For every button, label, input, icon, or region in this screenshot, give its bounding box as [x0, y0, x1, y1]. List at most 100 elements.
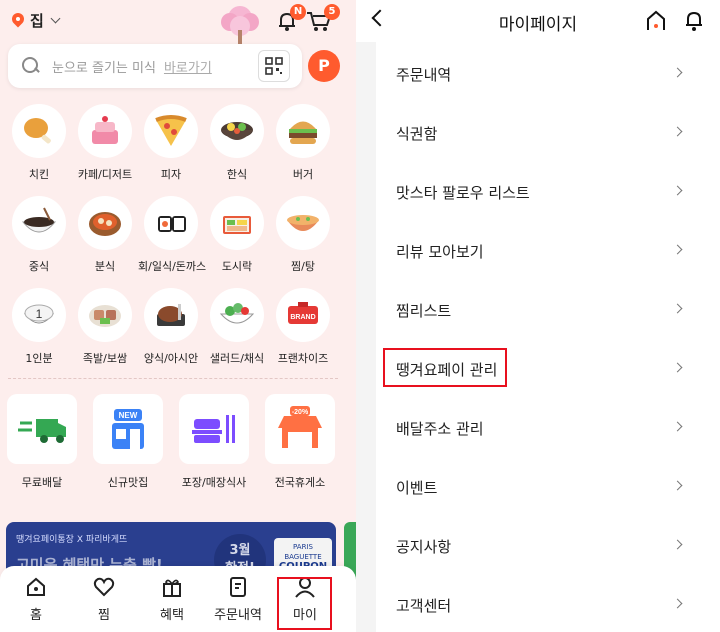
point-button[interactable]: P [308, 50, 340, 82]
tab-benefits[interactable]: 혜택 [142, 576, 202, 623]
cart-button[interactable]: 5 [306, 4, 340, 32]
category-item[interactable]: 도시락 [204, 196, 270, 274]
tab-orders[interactable]: 주문내역 [208, 576, 268, 623]
category-item[interactable]: 샐러드/채식 [204, 288, 270, 366]
tteokbokki-icon [78, 196, 132, 250]
menu-item-orders[interactable]: 주문내역 [376, 44, 720, 103]
location-pin-icon [12, 13, 24, 29]
bibimbap-icon [210, 104, 264, 158]
menu-item-address[interactable]: 배달주소 관리 [376, 398, 720, 457]
notification-badge: N [290, 4, 306, 20]
category-item[interactable]: 족발/보쌈 [72, 288, 138, 366]
tab-label: 홈 [30, 608, 42, 623]
rest-area-icon: -20% [265, 394, 335, 464]
menu-item-follow-list[interactable]: 맛스타 팔로우 리스트 [376, 162, 720, 221]
chevron-right-icon [672, 362, 683, 373]
sushi-icon [144, 196, 198, 250]
category-item[interactable]: 치킨 [6, 104, 72, 182]
cherry-tree-icon [221, 6, 259, 44]
banner-month: 3월 [229, 543, 251, 558]
menu-item-notices[interactable]: 공지사항 [376, 516, 720, 575]
my-page-menu: 주문내역 식권함 맛스타 팔로우 리스트 리뷰 모아보기 찜리스트 땡겨요페이 … [376, 42, 720, 632]
lunchbox-icon [210, 196, 264, 250]
my-tab-highlight [277, 577, 332, 630]
category-item[interactable]: 버거 [270, 104, 336, 182]
tab-label: 찜 [98, 608, 110, 623]
search-icon [22, 57, 40, 75]
chevron-right-icon [672, 303, 683, 314]
category-label: 프랜차이즈 [277, 352, 329, 365]
notification-button[interactable]: N [276, 4, 306, 32]
category-label: 회/일식/돈까스 [138, 260, 207, 273]
category-label: 족발/보쌈 [82, 352, 128, 365]
category-label: 치킨 [28, 168, 50, 181]
feature-label: 무료배달 [21, 476, 63, 489]
chevron-down-icon [50, 13, 61, 24]
new-store-icon: NEW [93, 394, 163, 464]
menu-label: 공지사항 [396, 538, 452, 556]
category-label: 카페/디저트 [77, 168, 133, 181]
feature-label: 신규맛집 [107, 476, 149, 489]
menu-item-meal-vouchers[interactable]: 식권함 [376, 103, 720, 162]
menu-label: 고객센터 [396, 597, 452, 615]
home-screen: 집 N 5 눈으로 즐기는 미식 바로가기 P 치킨 카페/디저트 피자 한식 … [0, 0, 356, 632]
category-item[interactable]: 1 1인분 [6, 288, 72, 366]
category-item[interactable]: 분식 [72, 196, 138, 274]
feature-label: 포장/매장식사 [181, 476, 247, 489]
menu-item-events[interactable]: 이벤트 [376, 457, 720, 516]
category-item[interactable]: 양식/아시안 [138, 288, 204, 366]
my-page-header: 마이페이지 [356, 0, 720, 42]
location-label: 집 [30, 12, 44, 30]
receipt-icon [230, 577, 246, 597]
qr-scan-button[interactable] [258, 50, 290, 82]
feature-label: 전국휴게소 [274, 476, 326, 489]
menu-label: 주문내역 [396, 66, 452, 84]
coupon-brand: PARIS BAGUETTE [284, 543, 322, 561]
heart-icon [93, 577, 115, 597]
menu-label: 배달주소 관리 [396, 420, 484, 438]
menu-label: 식권함 [396, 125, 438, 143]
category-item[interactable]: 중식 [6, 196, 72, 274]
category-label: 도시락 [221, 260, 253, 273]
tab-label: 주문내역 [214, 608, 262, 623]
search-shortcut-link[interactable]: 바로가기 [164, 57, 212, 76]
category-item[interactable]: BRAND 프랜차이즈 [270, 288, 336, 366]
menu-item-reviews[interactable]: 리뷰 모아보기 [376, 221, 720, 280]
category-item[interactable]: 찜/탕 [270, 196, 336, 274]
chicken-icon [12, 104, 66, 158]
menu-item-favorites[interactable]: 찜리스트 [376, 280, 720, 339]
free-delivery-icon [7, 394, 77, 464]
category-item[interactable]: 한식 [204, 104, 270, 182]
feature-item[interactable]: -20% 전국휴게소 [264, 394, 336, 490]
feature-item[interactable]: 무료배달 [6, 394, 78, 490]
discount-text: -20% [292, 409, 309, 416]
category-label: 피자 [160, 168, 182, 181]
salad-icon [210, 288, 264, 342]
bell-icon[interactable] [684, 10, 704, 32]
category-item[interactable]: 회/일식/돈까스 [138, 196, 207, 274]
pizza-icon [144, 104, 198, 158]
category-label: 버거 [292, 168, 314, 181]
noodle-icon [12, 196, 66, 250]
pay-management-highlight [383, 348, 507, 387]
category-label: 찜/탕 [291, 260, 315, 273]
location-selector[interactable]: 집 [12, 10, 61, 31]
takeout-icon [179, 394, 249, 464]
gift-icon [163, 579, 181, 597]
tab-favorites[interactable]: 찜 [74, 576, 134, 623]
chevron-right-icon [672, 126, 683, 137]
feature-item[interactable]: NEW 신규맛집 [92, 394, 164, 490]
pork-icon [78, 288, 132, 342]
tab-home[interactable]: 홈 [6, 576, 66, 623]
feature-item[interactable]: 포장/매장식사 [178, 394, 250, 490]
banner-line1: 땡겨요페이통장 X 파리바게뜨 [16, 535, 128, 545]
single-meal-number: 1 [36, 307, 43, 321]
home-top-bar: 집 N 5 [0, 0, 356, 44]
home-outline-icon[interactable] [646, 10, 666, 32]
category-item[interactable]: 피자 [138, 104, 204, 182]
menu-label: 이벤트 [396, 479, 438, 497]
menu-item-support[interactable]: 고객센터 [376, 575, 720, 632]
category-label: 양식/아시안 [143, 352, 199, 365]
category-item[interactable]: 카페/디저트 [72, 104, 138, 182]
stew-icon [276, 196, 330, 250]
